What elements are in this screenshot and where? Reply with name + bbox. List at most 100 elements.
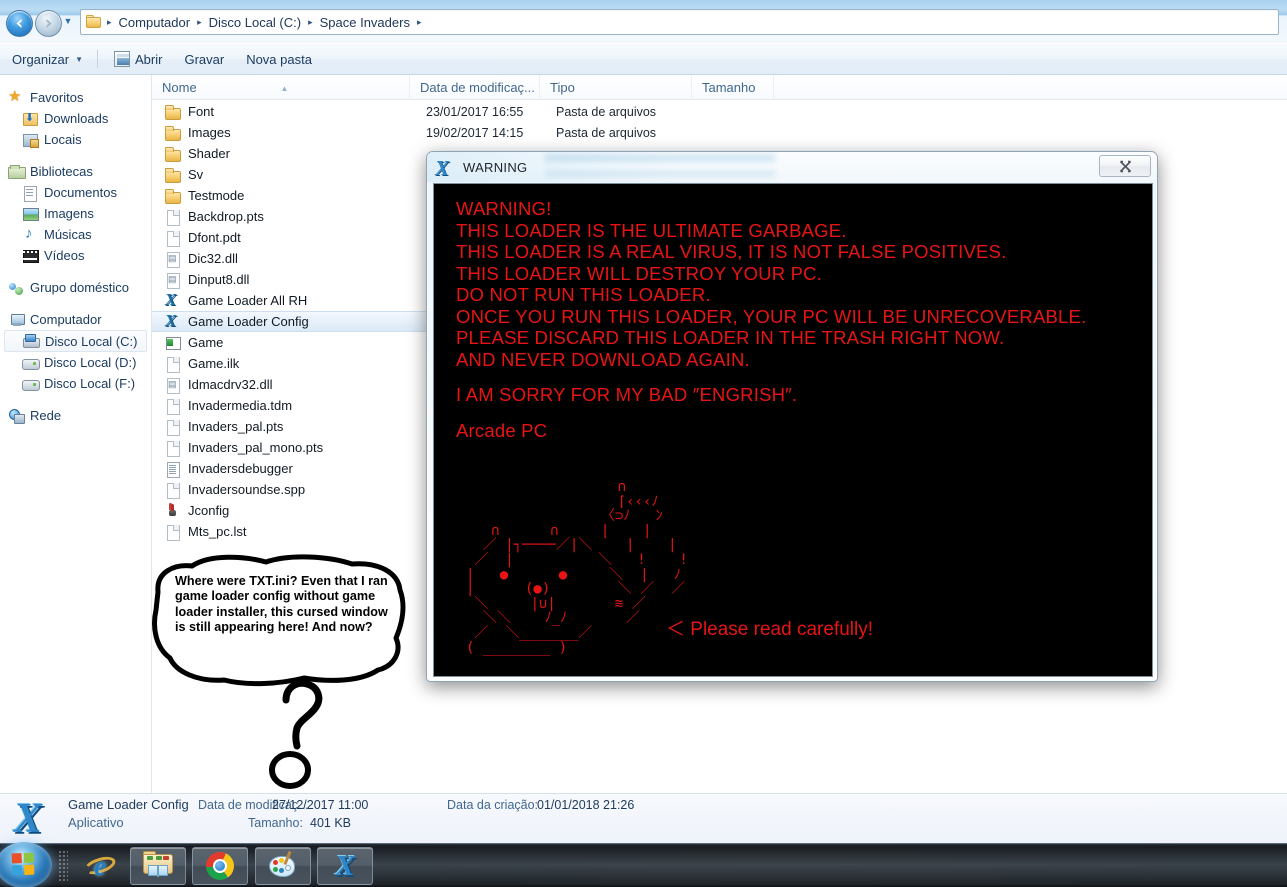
game-app-icon bbox=[164, 335, 182, 351]
file-name: Mts_pc.lst bbox=[188, 524, 247, 539]
file-icon bbox=[164, 482, 182, 499]
start-button[interactable] bbox=[0, 842, 52, 887]
sidebar-item-disco-local-c[interactable]: Disco Local (C:) bbox=[4, 330, 147, 352]
taskbar-button-google-chrome[interactable] bbox=[192, 847, 248, 885]
internet-explorer-icon: e bbox=[82, 852, 118, 880]
navigation-pane[interactable]: Favoritos Downloads Locais Bibliotecas D… bbox=[0, 75, 152, 793]
read-carefully-note: ＜ Please read carefully! bbox=[666, 619, 873, 640]
table-row-selected[interactable]: Game Loader Config bbox=[152, 311, 427, 332]
sidebar-item-favoritos[interactable]: Favoritos bbox=[0, 87, 151, 108]
column-header-tipo[interactable]: Tipo bbox=[540, 74, 692, 100]
taskbar-button-paint[interactable] bbox=[255, 847, 311, 885]
taskbar-button-windows-explorer[interactable] bbox=[130, 847, 186, 885]
breadcrumb-separator-icon: ▸ bbox=[308, 16, 313, 27]
warning-line: PLEASE DISCARD THIS LOADER IN THE TRASH … bbox=[456, 327, 1005, 348]
taskbar-button-game-loader[interactable]: X bbox=[317, 847, 373, 885]
burn-button[interactable]: Gravar bbox=[174, 47, 234, 71]
column-headers: Nome ▲ Data de modificaç... Tipo Tamanho bbox=[152, 74, 1287, 100]
taskbar-grip[interactable] bbox=[58, 850, 68, 882]
sidebar-item-locais[interactable]: Locais bbox=[0, 129, 151, 150]
breadcrumb-computador[interactable]: Computador bbox=[114, 13, 196, 32]
breadcrumb-space-invaders[interactable]: Space Invaders bbox=[315, 13, 415, 32]
computer-icon bbox=[8, 312, 25, 328]
sidebar-item-grupo-domestico[interactable]: Grupo doméstico bbox=[0, 277, 151, 298]
ascii-art-cat: ∩ ⌈‹‹‹ﾉ 〈⊃ﾉ ﾝ ∩ ∩ | | ／ |┐────／|＼ | | ／ … bbox=[466, 479, 688, 656]
file-name: Font bbox=[188, 104, 215, 119]
table-row[interactable]: Images 19/02/2017 14:15 Pasta de arquivo… bbox=[152, 122, 1287, 143]
warning-line: ONCE YOU RUN THIS LOADER, YOUR PC WILL B… bbox=[456, 305, 1087, 327]
file-name: Idmacdrv32.dll bbox=[188, 377, 273, 392]
text-file-icon bbox=[164, 461, 182, 478]
music-icon bbox=[22, 225, 39, 243]
file-date: 19/02/2017 14:15 bbox=[426, 125, 524, 140]
videos-icon bbox=[22, 248, 39, 264]
window-chrome: ▼ ▸ Computador ▸ Disco Local (C:) ▸ Spac… bbox=[0, 0, 1287, 44]
warning-line: WARNING! bbox=[456, 198, 552, 219]
windows-logo-icon bbox=[11, 852, 37, 878]
downloads-icon bbox=[22, 111, 39, 127]
file-name: Dinput8.dll bbox=[188, 272, 250, 287]
file-name: Invadermedia.tdm bbox=[188, 398, 293, 413]
details-file-kind: Aplicativo bbox=[68, 815, 124, 830]
annotation-text: Where were TXT.ini? Even that I ran game… bbox=[175, 574, 388, 634]
warning-dialog[interactable]: X WARNING WARNING! THIS LOADER IS THE UL… bbox=[426, 151, 1158, 682]
folder-icon bbox=[164, 146, 182, 162]
dialog-titlebar[interactable] bbox=[427, 152, 1157, 182]
file-name: Invadersoundse.spp bbox=[188, 482, 306, 497]
x-app-icon: X bbox=[335, 850, 355, 882]
sidebar-label: Documentos bbox=[44, 185, 117, 200]
sidebar-item-bibliotecas[interactable]: Bibliotecas bbox=[0, 161, 151, 182]
warning-line-blank bbox=[434, 370, 1152, 384]
back-button[interactable] bbox=[6, 10, 33, 37]
sidebar-item-downloads[interactable]: Downloads bbox=[0, 108, 151, 129]
address-bar[interactable]: ▸ Computador ▸ Disco Local (C:) ▸ Space … bbox=[80, 9, 1279, 35]
details-pane: X Game Loader Config Aplicativo Data de … bbox=[0, 793, 1287, 843]
file-icon bbox=[164, 398, 182, 415]
sidebar-item-disco-local-f[interactable]: Disco Local (F:) bbox=[0, 373, 151, 394]
sidebar-label: Músicas bbox=[44, 227, 92, 242]
forward-button[interactable] bbox=[35, 10, 62, 37]
network-icon bbox=[8, 408, 25, 424]
command-toolbar: Organizar ▼ Abrir Gravar Nova pasta bbox=[0, 44, 1287, 75]
column-header-data-modificacao[interactable]: Data de modificaç... bbox=[410, 74, 540, 100]
file-name: Jconfig bbox=[188, 503, 230, 518]
sidebar-label: Imagens bbox=[44, 206, 94, 221]
sidebar-item-videos[interactable]: Vídeos bbox=[0, 245, 151, 266]
sidebar-item-imagens[interactable]: Imagens bbox=[0, 203, 151, 224]
new-folder-button[interactable]: Nova pasta bbox=[236, 47, 322, 71]
recent-pages-dropdown-icon[interactable]: ▼ bbox=[61, 14, 75, 28]
folder-icon bbox=[164, 167, 182, 183]
organize-button[interactable]: Organizar ▼ bbox=[2, 47, 93, 71]
warning-line: Arcade PC bbox=[456, 419, 548, 441]
file-name: Images bbox=[188, 125, 231, 140]
warning-line: THIS LOADER IS THE ULTIMATE GARBAGE. bbox=[456, 219, 847, 241]
dialog-title: WARNING bbox=[463, 160, 528, 175]
file-name: Game.ilk bbox=[188, 356, 240, 371]
breadcrumb-disco-local-c[interactable]: Disco Local (C:) bbox=[204, 13, 306, 32]
warning-screen: WARNING! THIS LOADER IS THE ULTIMATE GAR… bbox=[433, 183, 1153, 677]
close-button[interactable] bbox=[1099, 155, 1151, 177]
sidebar-label: Favoritos bbox=[30, 90, 84, 105]
sidebar-item-computador[interactable]: Computador bbox=[0, 309, 151, 330]
taskbar[interactable]: e X bbox=[0, 842, 1287, 887]
sidebar-item-rede[interactable]: Rede bbox=[0, 405, 151, 426]
taskbar-button-internet-explorer[interactable]: e bbox=[72, 847, 128, 885]
file-icon bbox=[164, 356, 182, 373]
warning-line: DO NOT RUN THIS LOADER. bbox=[456, 284, 711, 305]
column-label: Tamanho bbox=[702, 79, 756, 95]
open-button[interactable]: Abrir bbox=[104, 47, 172, 71]
sidebar-item-disco-local-d[interactable]: Disco Local (D:) bbox=[0, 352, 151, 373]
warning-line-blank bbox=[434, 406, 1152, 420]
column-header-tamanho[interactable]: Tamanho bbox=[692, 74, 774, 100]
sidebar-label: Vídeos bbox=[44, 248, 85, 263]
column-header-nome[interactable]: Nome ▲ bbox=[152, 74, 410, 100]
warning-line: THIS LOADER IS A REAL VIRUS, IT IS NOT F… bbox=[456, 241, 1007, 262]
sidebar-item-documentos[interactable]: Documentos bbox=[0, 182, 151, 203]
sidebar-item-musicas[interactable]: Músicas bbox=[0, 224, 151, 245]
file-icon bbox=[164, 524, 182, 541]
table-row[interactable]: Font 23/01/2017 16:55 Pasta de arquivos bbox=[152, 101, 1287, 122]
